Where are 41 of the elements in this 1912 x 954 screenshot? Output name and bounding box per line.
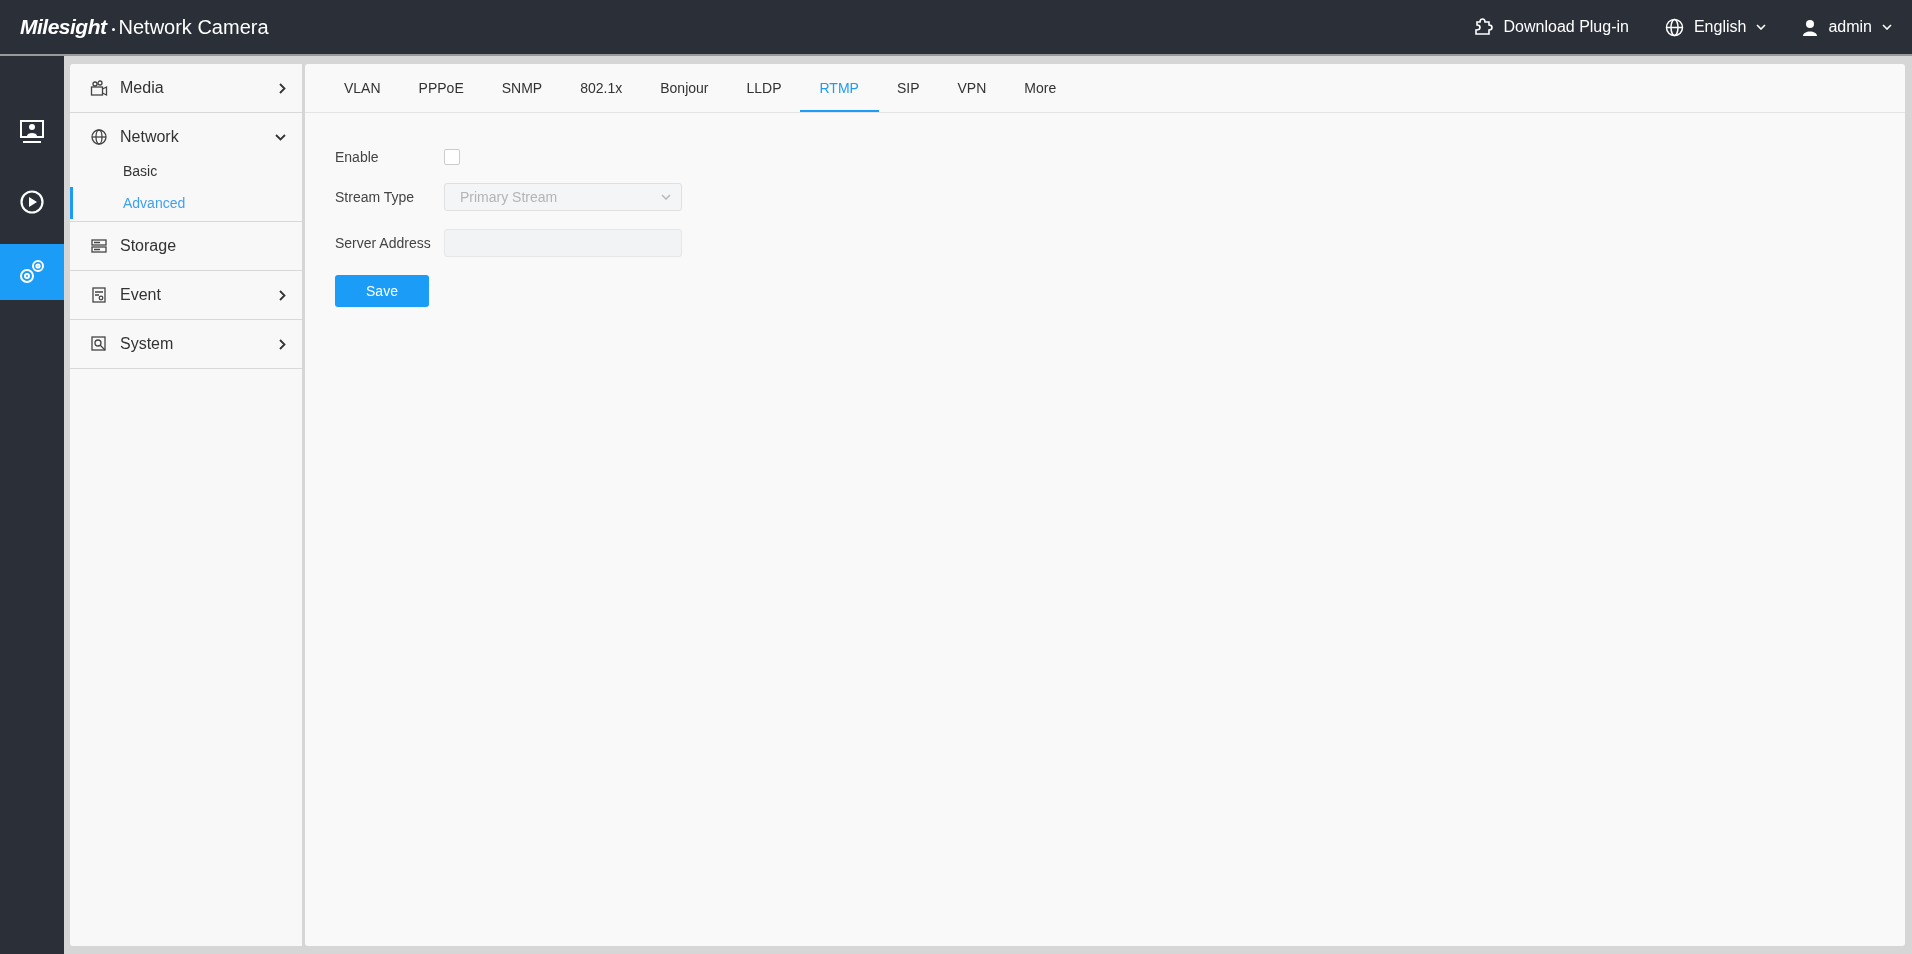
tab[interactable]: 802.1x [560, 64, 643, 112]
caret-icon [661, 194, 671, 200]
globe-icon [90, 128, 108, 146]
monitor-icon [19, 119, 45, 145]
globe-icon [1664, 17, 1684, 37]
plugin-menu[interactable]: Download Plug-in [1473, 18, 1629, 36]
tab[interactable]: PPPoE [398, 64, 484, 112]
language-menu[interactable]: English [1664, 17, 1767, 37]
tab[interactable]: SIP [876, 64, 940, 112]
field-label: Enable [335, 149, 380, 165]
field-label: Stream Type [335, 189, 416, 205]
chevron-right-icon [279, 289, 286, 301]
tab[interactable]: More [1004, 64, 1077, 112]
user-icon [1802, 18, 1819, 36]
enable-checkbox[interactable] [444, 149, 460, 165]
tab[interactable]: VLAN [324, 64, 401, 112]
sidebar-item[interactable]: Event [70, 271, 302, 319]
chevron-right-icon [279, 338, 286, 350]
video-camera-icon [90, 79, 108, 97]
caret-icon [1882, 24, 1892, 30]
tab[interactable]: SNMP [481, 64, 563, 112]
field-label: Server Address [335, 235, 432, 251]
event-icon [90, 286, 108, 304]
system-icon [90, 335, 108, 353]
chevron-down-icon [275, 133, 286, 141]
sidebar-item[interactable]: System [70, 320, 302, 368]
tab[interactable]: LLDP [726, 64, 802, 112]
chevron-right-icon [279, 82, 286, 94]
app-title: Network Camera [118, 15, 269, 39]
settings-nav-button[interactable] [0, 244, 64, 300]
sidebar-item[interactable]: Storage [70, 222, 302, 270]
play-icon [19, 189, 45, 215]
gears-icon [18, 258, 46, 286]
brand-logo: Milesight [20, 15, 107, 39]
sidebar-item[interactable]: Media [70, 64, 302, 112]
user-menu[interactable]: admin [1802, 18, 1892, 36]
tab[interactable]: Bonjour [640, 64, 729, 112]
tab[interactable]: VPN [937, 64, 1007, 112]
server-icon [90, 237, 108, 255]
puzzle-icon [1473, 18, 1494, 36]
caret-icon [1756, 24, 1767, 30]
